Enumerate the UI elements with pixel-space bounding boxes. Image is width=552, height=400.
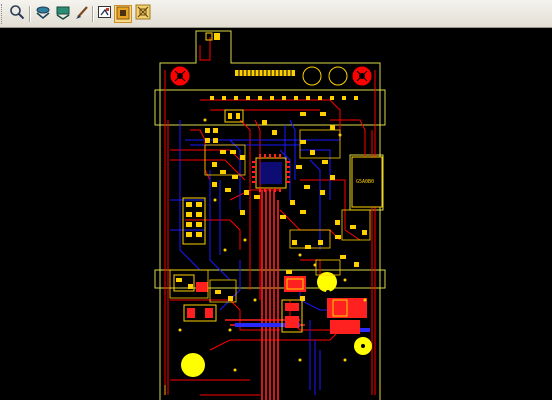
main-ic (252, 154, 290, 192)
small-ic-left (173, 274, 208, 292)
pad-row-upper (210, 96, 358, 100)
zoom-icon (9, 4, 25, 24)
tab-pads (205, 32, 220, 41)
mounting-hole-right (351, 65, 373, 87)
header-left (182, 197, 206, 245)
module-right: G5A0B0 (351, 156, 383, 208)
zoom-button[interactable] (8, 5, 26, 23)
small-ic-mid (284, 276, 306, 292)
brush-button[interactable] (73, 5, 91, 23)
brush-icon (74, 4, 90, 24)
mounting-hole-left (169, 65, 191, 87)
pcb-canvas[interactable]: G5A0B0 (0, 28, 552, 400)
trace-bus (225, 190, 305, 400)
pcb-view-3-button[interactable] (134, 4, 152, 24)
layer-view-1-button[interactable] (34, 5, 52, 23)
toolbar-grip[interactable] (1, 4, 5, 24)
layer-view-2-icon (55, 4, 71, 24)
pcb-view-1-icon (97, 4, 113, 24)
module-label: G5A0B0 (356, 179, 374, 185)
layer-view-2-button[interactable] (54, 5, 72, 23)
connector-top (235, 70, 295, 76)
pcb-view-2-button[interactable] (114, 5, 132, 23)
capacitor-outline-1 (302, 66, 348, 86)
pcb-view-2-icon (116, 5, 130, 24)
pcb-view-1-button[interactable] (96, 5, 114, 23)
toolbar (0, 0, 552, 28)
inductor (183, 304, 217, 322)
pcb-view-3-icon (135, 4, 151, 24)
layer-view-1-icon (35, 4, 51, 24)
regulator (281, 299, 303, 333)
